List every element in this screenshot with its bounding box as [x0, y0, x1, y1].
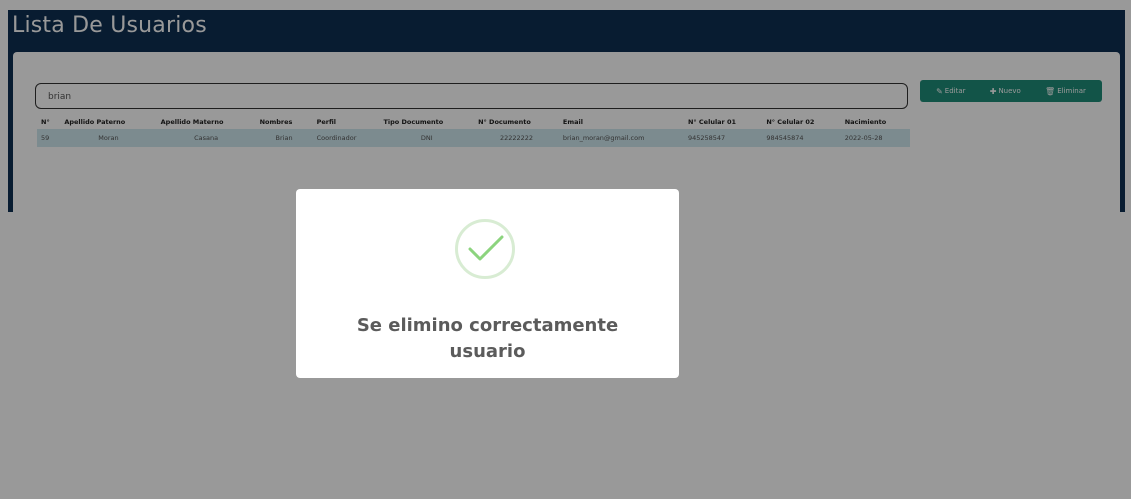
success-check-circle	[455, 219, 515, 279]
check-icon	[468, 235, 504, 261]
success-message-line1: Se elimino correctamente	[356, 315, 619, 336]
success-message: Se elimino correctamente usuario	[296, 313, 679, 365]
success-message-line2: usuario	[449, 341, 526, 362]
success-dialog: Se elimino correctamente usuario	[296, 189, 679, 378]
